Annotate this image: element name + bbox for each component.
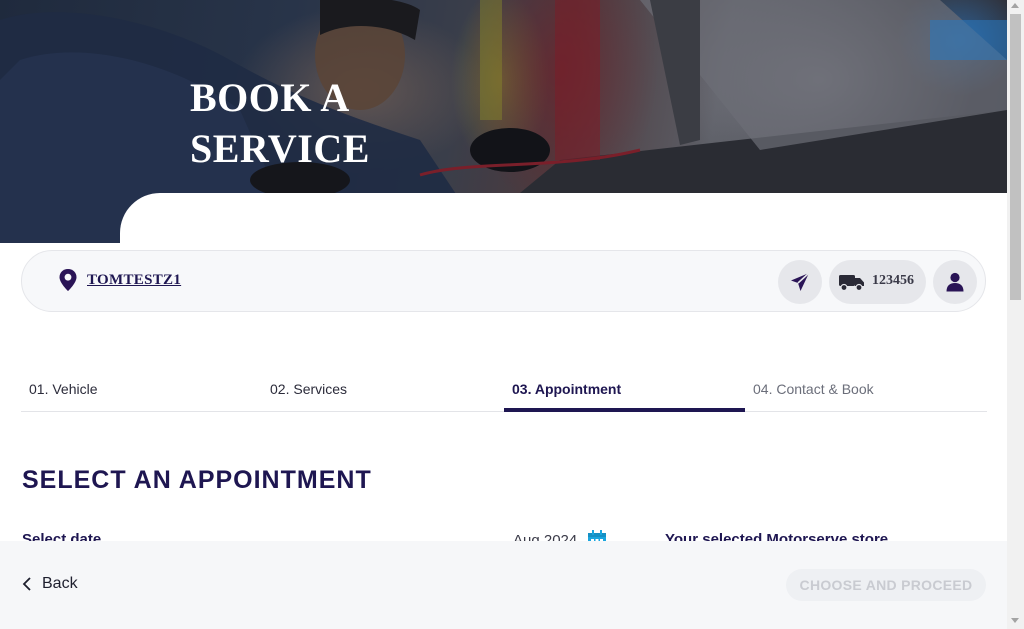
account-button[interactable] [933, 260, 977, 304]
footer-bar: Back CHOOSE AND PROCEED [0, 541, 1007, 629]
map-pin-icon [59, 269, 77, 291]
scroll-down-arrow-icon[interactable] [1011, 618, 1019, 623]
rego-number: 123456 [872, 273, 914, 288]
scroll-up-arrow-icon[interactable] [1011, 3, 1019, 8]
truck-icon [839, 275, 864, 291]
tab-services[interactable]: 02. Services [262, 370, 503, 412]
page-title: BOOK A SERVICE [190, 75, 370, 171]
user-icon [946, 272, 964, 292]
vertical-scrollbar[interactable] [1007, 0, 1024, 629]
chevron-left-icon [22, 577, 31, 591]
back-button[interactable]: Back [22, 575, 78, 593]
paper-plane-icon [791, 272, 810, 291]
tab-contact-book[interactable]: 04. Contact & Book [745, 370, 986, 412]
store-bar: TOMTESTZ1 123456 [21, 250, 986, 312]
vehicle-button[interactable]: 123456 [829, 260, 926, 304]
send-button[interactable] [778, 260, 822, 304]
hero-white-curve [120, 193, 1007, 243]
section-title: SELECT AN APPOINTMENT [22, 466, 372, 494]
tab-appointment[interactable]: 03. Appointment [504, 370, 745, 412]
back-label: Back [42, 575, 78, 592]
tab-vehicle[interactable]: 01. Vehicle [21, 370, 262, 412]
store-name-link[interactable]: TOMTESTZ1 [87, 272, 181, 289]
step-tabs: 01. Vehicle 02. Services 03. Appointment… [21, 370, 987, 412]
scroll-thumb[interactable] [1010, 14, 1021, 300]
page: BOOK A SERVICE TOMTESTZ1 123456 01. Vehi… [0, 0, 1007, 629]
hero-banner: BOOK A SERVICE [0, 0, 1007, 243]
choose-and-proceed-button[interactable]: CHOOSE AND PROCEED [786, 569, 986, 601]
